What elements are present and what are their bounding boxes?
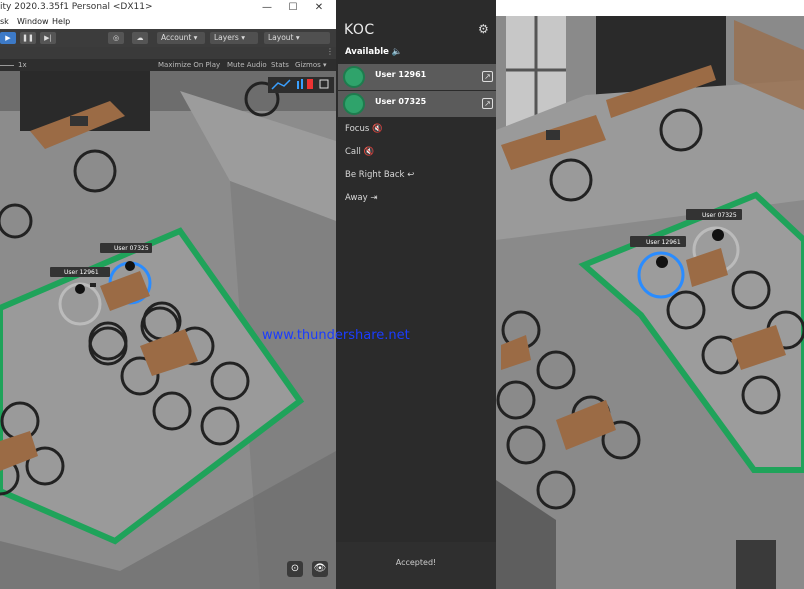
status-focus[interactable]: Focus 🔇	[345, 124, 383, 134]
collab-icon[interactable]: ◎	[108, 32, 124, 44]
pause-button[interactable]: ❚❚	[20, 32, 36, 44]
gizmos-dropdown[interactable]: Gizmos ▾	[295, 59, 327, 71]
maximize-button[interactable]: ☐	[280, 0, 306, 15]
scene-tag-12961: User 12961	[646, 239, 681, 246]
status-away[interactable]: Away ⇥	[345, 193, 378, 203]
menu-bar: sk Window Help	[0, 15, 336, 29]
layout-dropdown[interactable]: Layout ▾	[264, 32, 330, 44]
scale-slider[interactable]	[0, 65, 14, 66]
unity-toolbar: ▶ ❚❚ ▶| ◎ ☁ Account ▾ Layers ▾ Layout ▾	[0, 29, 336, 47]
scene-tag-07325: User 07325	[114, 245, 149, 252]
menu-item-task[interactable]: sk	[0, 15, 9, 29]
gear-icon[interactable]: ⚙	[478, 22, 489, 36]
close-button[interactable]: ✕	[306, 0, 332, 15]
mute-icon: 🔇	[371, 124, 383, 134]
footer-message: Accepted!	[395, 558, 437, 567]
status-available[interactable]: Available 🔈	[345, 47, 402, 57]
status-be-right-back[interactable]: Be Right Back ↩	[345, 170, 414, 180]
panel-title-strip	[336, 0, 496, 16]
game-view-right[interactable]: User 07325 User 12961	[496, 0, 804, 589]
stats-toggle[interactable]: Stats	[271, 59, 289, 71]
status-label: Call	[345, 147, 361, 157]
window-title: ity 2020.3.35f1 Personal <DX11>	[0, 2, 153, 12]
scene-tag-12961: User 12961	[64, 269, 99, 276]
recenter-icon[interactable]: ⊙	[287, 561, 303, 577]
user-row[interactable]: User 12961 ↗	[338, 64, 496, 90]
call-user-icon[interactable]: ↗	[482, 98, 493, 109]
speaker-icon: 🔈	[391, 47, 403, 57]
window-title-bar: ity 2020.3.35f1 Personal <DX11> — ☐ ✕	[0, 0, 336, 15]
layers-dropdown[interactable]: Layers ▾	[210, 32, 258, 44]
koc-status-panel: KOC ⚙ Available 🔈 User 12961 ↗ User 0732…	[336, 16, 496, 589]
menu-item-help[interactable]: Help	[52, 15, 70, 29]
game-view-options: 1x Maximize On Play Mute Audio Stats Giz…	[0, 59, 336, 71]
play-button[interactable]: ▶	[0, 32, 16, 44]
more-icon[interactable]: ⋮	[326, 47, 334, 56]
maximize-on-play-toggle[interactable]: Maximize On Play	[158, 59, 220, 71]
status-label: Focus	[345, 124, 370, 134]
scene-tag-07325: User 07325	[702, 212, 737, 219]
mute-icon: 🔇	[363, 147, 375, 157]
menu-item-window[interactable]: Window	[17, 15, 49, 29]
account-dropdown[interactable]: Account ▾	[157, 32, 205, 44]
status-label: Away	[345, 193, 368, 203]
avatar	[343, 66, 365, 88]
mute-audio-toggle[interactable]: Mute Audio	[227, 59, 267, 71]
scale-label: 1x	[18, 61, 27, 69]
panel-footer: Accepted!	[336, 542, 496, 589]
minimize-button[interactable]: —	[254, 0, 280, 15]
status-call[interactable]: Call 🔇	[345, 147, 374, 157]
return-icon: ↩	[407, 170, 415, 180]
unity-editor-window: ity 2020.3.35f1 Personal <DX11> — ☐ ✕ sk…	[0, 0, 336, 589]
status-label: Be Right Back	[345, 170, 405, 180]
exit-icon: ⇥	[370, 193, 378, 203]
user-name: User 07325	[375, 97, 427, 106]
user-row[interactable]: User 07325 ↗	[338, 91, 496, 117]
step-button[interactable]: ▶|	[40, 32, 56, 44]
watermark: www.thundershare.net	[262, 328, 410, 343]
app-name: KOC	[344, 22, 375, 38]
avatar	[343, 93, 365, 115]
office-scene-right: User 07325 User 12961	[496, 0, 804, 589]
cloud-icon[interactable]: ☁	[132, 32, 148, 44]
call-user-icon[interactable]: ↗	[482, 71, 493, 82]
user-name: User 12961	[375, 70, 427, 79]
eye-icon[interactable]: 👁	[312, 561, 328, 577]
available-label: Available	[345, 47, 389, 57]
